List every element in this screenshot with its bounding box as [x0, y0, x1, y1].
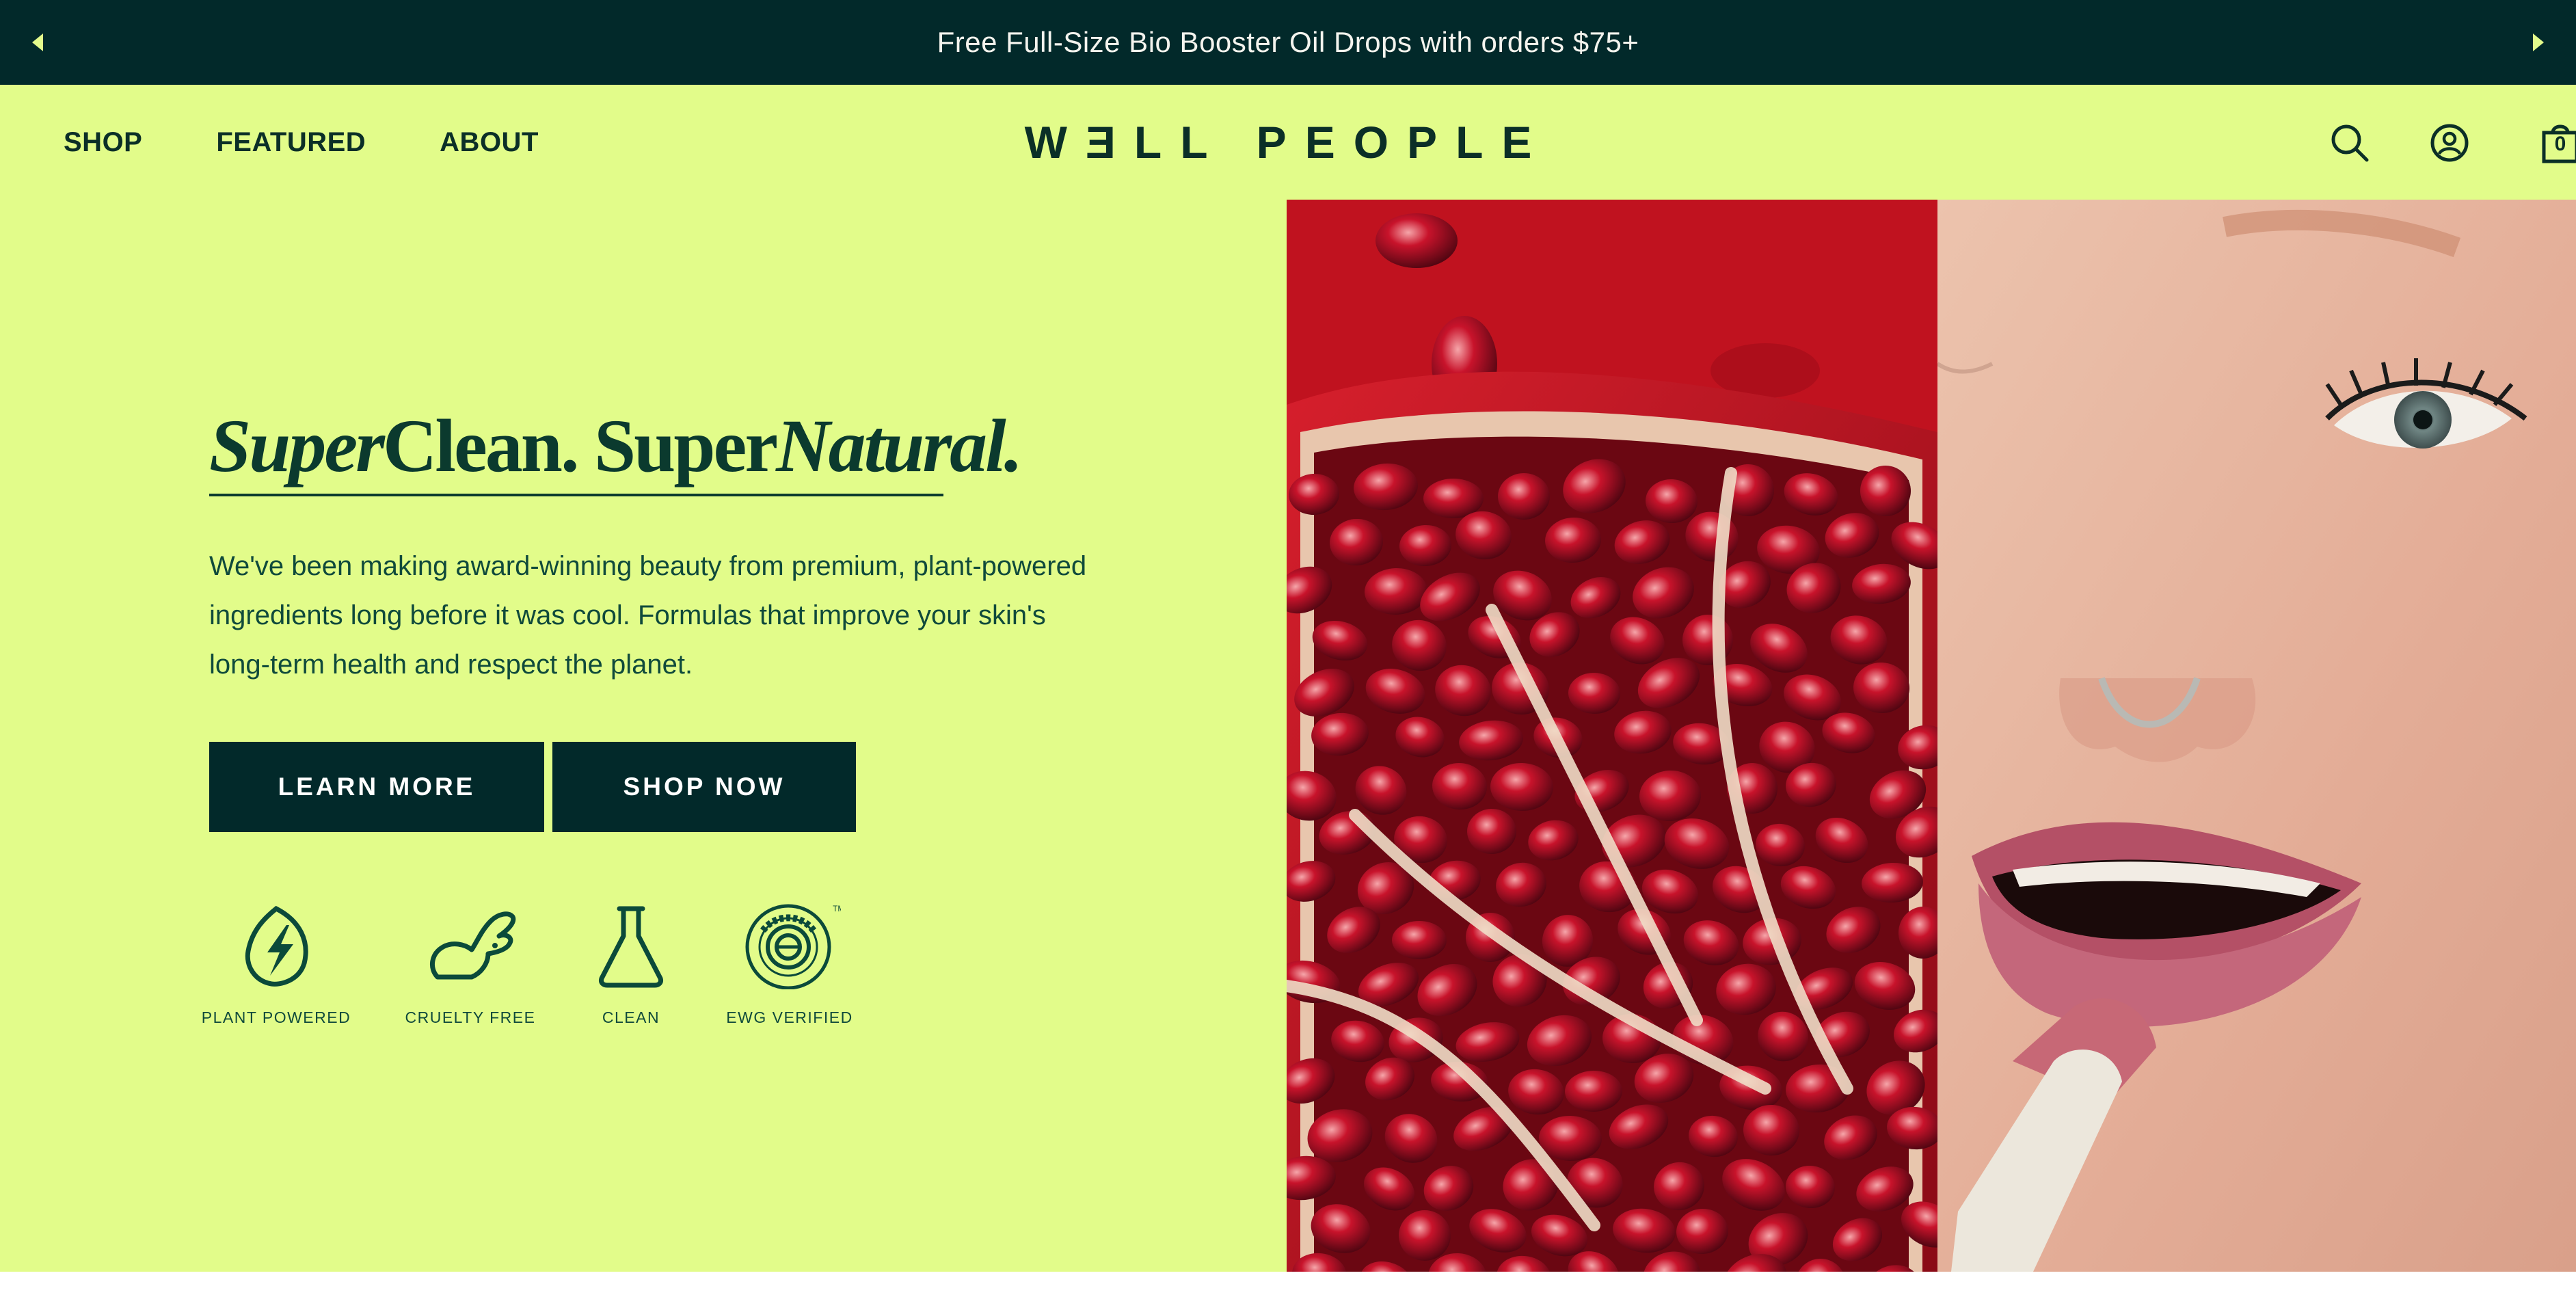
caret-left-icon	[32, 34, 43, 51]
account-icon	[2430, 124, 2469, 162]
model-face-image	[1937, 200, 2576, 1272]
badge-plant-powered: PLANT POWERED	[198, 900, 355, 1027]
badge-label: CLEAN	[602, 1008, 660, 1026]
flask-icon	[599, 906, 663, 988]
badge-label: EWG VERIFIED	[726, 1008, 853, 1026]
site-header: SHOP FEATURED ABOUT WƎLL PEOPLE 0	[0, 85, 2576, 200]
pomegranate-image	[1287, 200, 1937, 1272]
svg-text:TM: TM	[833, 904, 841, 913]
cart-button[interactable]: 0	[2539, 122, 2576, 164]
badge-clean: CLEAN	[552, 900, 710, 1027]
brand-logo[interactable]: WƎLL PEOPLE	[1025, 117, 1536, 168]
rabbit-icon	[430, 911, 516, 980]
page-bottom-strip	[0, 1272, 2576, 1297]
headline-part-3: Natural.	[776, 403, 1023, 487]
shop-now-button[interactable]: SHOP NOW	[552, 742, 856, 832]
caret-right-icon	[2533, 34, 2544, 51]
announcement-prev-button[interactable]	[0, 0, 75, 85]
announcement-bar: Free Full-Size Bio Booster Oil Drops wit…	[0, 0, 2576, 85]
ewg-verified-seal-icon: TM	[745, 904, 841, 989]
pomegranate-seed	[1392, 921, 1447, 959]
header-icons: 0	[2248, 85, 2576, 200]
leaf-bolt-icon	[245, 905, 308, 987]
nav-about[interactable]: ABOUT	[440, 127, 539, 158]
badge-ewg-verified: TM EWG VERIFIED	[711, 900, 868, 1027]
announcement-message[interactable]: Free Full-Size Bio Booster Oil Drops wit…	[937, 26, 1639, 59]
badge-label: PLANT POWERED	[201, 1008, 351, 1026]
pomegranate-seed	[1399, 1210, 1451, 1261]
hero-headline: Super Clean. Super Natural.	[209, 398, 1023, 494]
search-button[interactable]	[2329, 122, 2371, 164]
hero-content: Super Clean. Super Natural. We've been mak…	[0, 200, 1287, 1272]
badge-label: CRUELTY FREE	[405, 1008, 536, 1026]
headline-underline	[209, 494, 943, 496]
main-nav: SHOP FEATURED ABOUT	[64, 85, 539, 200]
learn-more-button[interactable]: LEARN MORE	[209, 742, 544, 832]
nav-featured[interactable]: FEATURED	[216, 127, 366, 158]
announcement-next-button[interactable]	[2501, 0, 2576, 85]
headline-part-1: Super	[209, 403, 385, 487]
badge-cruelty-free: CRUELTY FREE	[392, 900, 549, 1027]
hero-body-text: We've been making award-winning beauty f…	[209, 551, 1087, 680]
account-button[interactable]	[2428, 122, 2471, 164]
search-icon	[2331, 124, 2369, 162]
cart-count: 0	[2554, 133, 2566, 155]
pomegranate-illustration	[1287, 200, 1937, 1272]
nav-shop[interactable]: SHOP	[64, 127, 142, 158]
headline-part-2: Clean. Super	[382, 403, 778, 487]
face-illustration	[1937, 200, 2576, 1272]
